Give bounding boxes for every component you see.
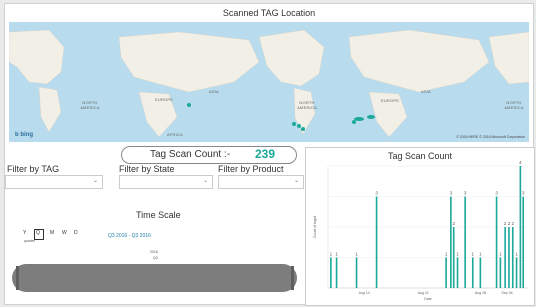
tag-scan-count-label: Tag Scan Count :- [150,149,231,160]
slicer-day[interactable]: D [74,230,78,236]
chart-bar [452,227,455,288]
slicer-quarter[interactable]: Q [36,230,40,236]
chart-data-label: 2 [508,221,511,226]
chart-bar [511,227,514,288]
chart-data-label: 3 [375,191,378,196]
chart-bar [471,257,474,288]
chart-x-tick-label: Aug 21 [418,291,429,295]
timeline-range-bar[interactable] [12,264,297,292]
chevron-down-icon: ⌄ [92,178,98,184]
filter-product-dropdown[interactable]: ⌄ [218,175,304,189]
chart-bar [508,227,510,288]
chart-data-label: 1 [330,252,333,257]
chart-data-label: 3 [522,191,525,196]
chart-bar [495,196,498,288]
chart-data-label: 2 [512,221,515,226]
land-tile-1 [9,29,260,138]
chart-data-label: 1 [456,252,459,257]
slicer-week[interactable]: W [62,230,67,236]
chart-y-axis-label: Count of tagId [313,216,317,238]
timeline-year-label: 2016 [150,250,158,254]
filter-tag-label: Filter by TAG [7,164,60,174]
chart-bar [515,257,518,288]
map-label-africa: AFRICA [167,132,183,137]
filter-state-label: Filter by State [119,164,175,174]
map-label-north-america: NORTH AMERICA [80,100,100,110]
chart-bar [375,196,378,288]
chart-bar [464,196,466,288]
map-title: Scanned TAG Location [222,8,316,18]
map-label-asia: ASIA [209,89,219,94]
map-label-north-america-3: NORTH AMERICA [504,100,524,110]
dashboard-frame: Scanned TAG Location NORTH AMERICA EUROP… [4,3,535,306]
chart-data-label: 1 [355,252,358,257]
land-tile-2 [258,29,490,138]
slicer-caption: quarter [24,239,36,243]
timeline-end-handle[interactable] [291,266,294,290]
chart-bar [445,257,447,288]
timeline-start-handle[interactable] [16,266,19,290]
chart-bar [456,257,459,288]
chart-x-tick-label: Aug 14 [359,291,370,295]
chart-data-label: 3 [495,191,498,196]
chart-data-label: 1 [472,252,475,257]
map-visual[interactable]: NORTH AMERICA EUROPE ASIA AFRICA NORTH A… [9,22,529,142]
chart-x-tick-label: Aug 28 [475,291,486,295]
chart-bar [330,257,332,288]
chart-data-label: 2 [452,221,455,226]
map-label-north-america-2: NORTH AMERICA [297,100,317,110]
map-label-asia-2: ASIA [421,89,431,94]
chart-bar [355,257,358,288]
map-copyright: © 2016 HERE © 2016 Microsoft Corporation [456,135,525,139]
chevron-down-icon: ⌄ [202,178,208,184]
map-label-europe: EUROPE [155,97,174,102]
chart-data-label: 1 [335,252,338,257]
scan-pins [187,103,375,131]
filter-tag-dropdown[interactable]: ⌄ [5,175,103,189]
tag-scan-count-chart: Count of tagId Date Aug 14 Aug 21 Aug 28 Sep … [313,160,528,301]
slicer-month[interactable]: M [50,230,54,236]
chart-data-label: 2 [504,221,507,226]
filter-state-dropdown[interactable]: ⌄ [119,175,213,189]
chart-bar [335,257,338,288]
chart-bar [479,257,482,288]
tag-scan-count-value: 239 [255,147,276,161]
chart-bar [450,196,452,288]
chart-x-tick-label: Sep 04 [502,291,513,295]
chart-bar [522,196,525,288]
timeline-quarter-label: Q3 [153,256,158,260]
chart-bar [519,166,522,288]
chart-data-label: 4 [519,160,522,165]
chart-data-label: 1 [479,252,482,257]
time-scale-title: Time Scale [136,210,181,220]
chart-bar [504,227,506,288]
bing-logo: b bing [15,132,33,138]
chart-data-label: 3 [464,191,467,196]
slicer-year[interactable]: Y [23,230,26,236]
chart-x-axis-label: Date [424,297,431,301]
world-map-canvas [9,29,529,138]
chart-bar [499,257,502,288]
chevron-down-icon: ⌄ [293,178,299,184]
chart-data-label: 1 [515,252,518,257]
chart-data-label: 1 [445,252,448,257]
filter-product-label: Filter by Product [218,164,284,174]
land-tile-3 [488,31,529,85]
map-label-europe-2: EUROPE [381,98,400,103]
time-range-text: Q3 2016 - Q3 2016 [108,233,151,239]
tag-scan-count-card: Tag Scan Count :- 239 [121,146,297,164]
tag-scan-chart-panel: Tag Scan Count Count of tagId Date Aug 14 A… [305,147,535,306]
chart-data-label: 1 [499,252,502,257]
chart-data-label: 3 [450,191,453,196]
